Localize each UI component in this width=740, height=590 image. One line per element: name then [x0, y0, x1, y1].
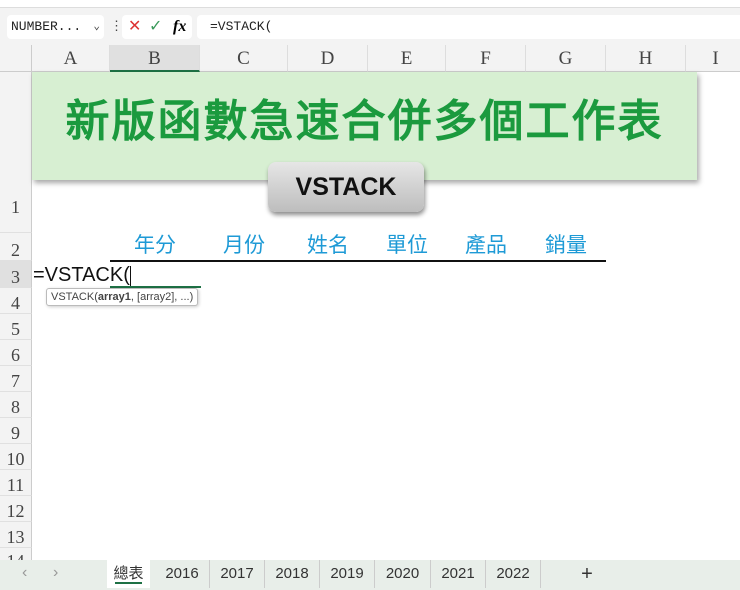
- function-tooltip[interactable]: VSTACK(array1, [array2], ...): [46, 288, 199, 306]
- formula-buttons: ✕ ✓ fx: [122, 15, 192, 39]
- header-sales: 銷量: [545, 234, 587, 257]
- sheet-tab-2022[interactable]: 2022: [486, 560, 541, 588]
- chevron-down-icon[interactable]: ⌄: [93, 15, 100, 39]
- row-header-5[interactable]: 5: [0, 314, 32, 340]
- ribbon-edge: [0, 0, 740, 8]
- row-header-1[interactable]: 1: [0, 72, 32, 233]
- row-header-11[interactable]: 11: [0, 470, 32, 496]
- text-caret: [129, 265, 131, 286]
- row-header-4[interactable]: 4: [0, 288, 32, 314]
- header-product: 產品: [465, 234, 507, 257]
- row-header-9[interactable]: 9: [0, 418, 32, 444]
- formula-input[interactable]: =VSTACK(: [197, 15, 740, 39]
- header-year: 年分: [134, 234, 176, 257]
- formula-bar: NUMBER... ⌄ ⋮ ✕ ✓ fx =VSTACK(: [0, 12, 740, 42]
- sheet-tab-2020[interactable]: 2020: [375, 560, 431, 588]
- column-header-c[interactable]: C: [200, 45, 288, 72]
- row-header-3[interactable]: 3: [0, 261, 32, 288]
- enter-icon[interactable]: ✓: [149, 15, 162, 39]
- column-header-f[interactable]: F: [446, 45, 526, 72]
- row-header-6[interactable]: 6: [0, 340, 32, 366]
- tooltip-current-arg: array1: [97, 291, 131, 303]
- row-header-10[interactable]: 10: [0, 444, 32, 470]
- chevron-right-icon[interactable]: ›: [53, 564, 58, 582]
- insert-function-icon[interactable]: fx: [173, 15, 186, 39]
- column-header-d[interactable]: D: [288, 45, 368, 72]
- row-header-7[interactable]: 7: [0, 366, 32, 392]
- sheet-tab-2017[interactable]: 2017: [210, 560, 265, 588]
- sheet-tab-2016[interactable]: 2016: [155, 560, 210, 588]
- tooltip-rest: , [array2], ...): [130, 291, 194, 303]
- cell-a3-editing[interactable]: =VSTACK(: [33, 262, 131, 288]
- select-all-button[interactable]: [0, 45, 32, 72]
- row-header-8[interactable]: 8: [0, 392, 32, 418]
- row-header-2[interactable]: 2: [0, 233, 32, 261]
- row-header-14[interactable]: 14: [0, 548, 32, 560]
- sheet-tab-2019[interactable]: 2019: [320, 560, 375, 588]
- tooltip-fn: VSTACK(: [51, 291, 98, 303]
- name-box[interactable]: NUMBER... ⌄: [7, 15, 104, 39]
- row-header-12[interactable]: 12: [0, 496, 32, 522]
- cell-a3-text: =VSTACK(: [33, 264, 130, 286]
- name-box-value: NUMBER...: [11, 19, 82, 34]
- column-header-i[interactable]: I: [686, 45, 740, 72]
- column-header-h[interactable]: H: [606, 45, 686, 72]
- column-header-e[interactable]: E: [368, 45, 446, 72]
- header-unit: 單位: [386, 234, 428, 257]
- sheet-tab-2018[interactable]: 2018: [265, 560, 320, 588]
- header-name: 姓名: [307, 234, 349, 257]
- vstack-label-button: VSTACK: [268, 162, 424, 212]
- header-month: 月份: [223, 234, 265, 257]
- column-header-a[interactable]: A: [32, 45, 110, 72]
- row-header-13[interactable]: 13: [0, 522, 32, 548]
- cancel-icon[interactable]: ✕: [128, 15, 141, 39]
- sheet-tab-bar: ‹ › 總表 2016 2017 2018 2019 2020 2021 202…: [0, 560, 740, 590]
- sheet-tab-summary[interactable]: 總表: [107, 560, 150, 588]
- worksheet-grid[interactable]: A B C D E F G H I 1 2 3 4 5 6 7 8 9 10 1…: [0, 45, 740, 560]
- add-sheet-button[interactable]: +: [572, 560, 602, 588]
- header-underline: [110, 260, 606, 262]
- column-header-g[interactable]: G: [526, 45, 606, 72]
- chevron-left-icon[interactable]: ‹: [22, 564, 27, 582]
- column-header-b[interactable]: B: [110, 45, 200, 72]
- sheet-tab-2021[interactable]: 2021: [431, 560, 486, 588]
